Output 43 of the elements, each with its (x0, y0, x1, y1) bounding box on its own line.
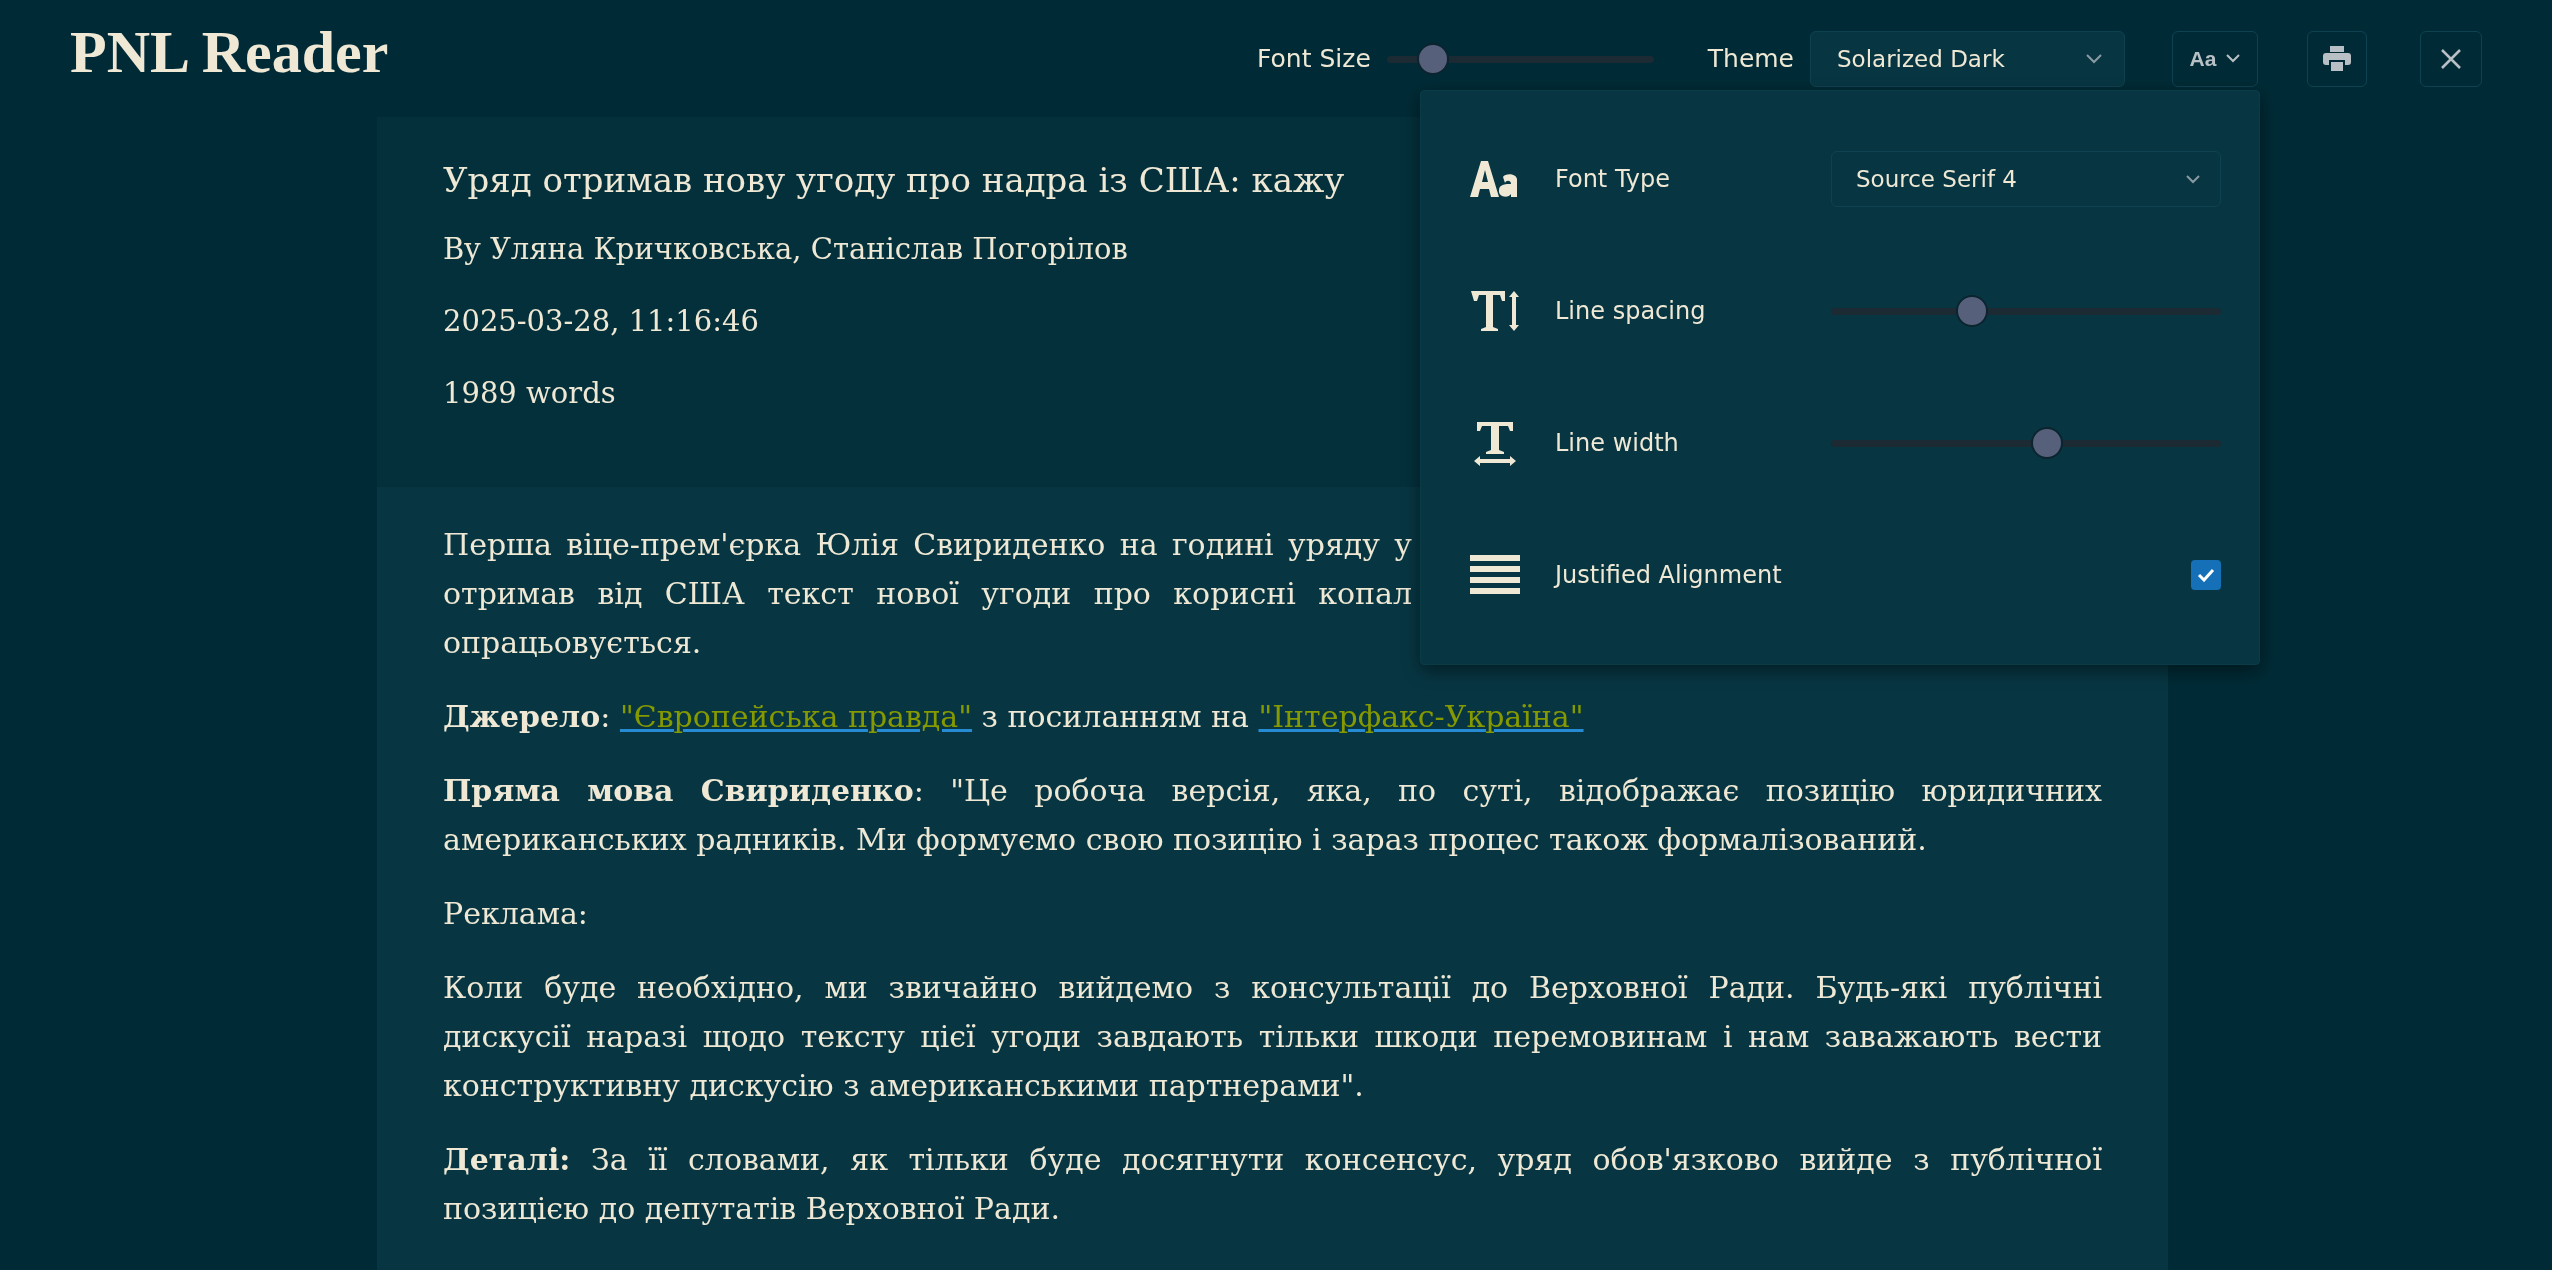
theme-label: Theme (1707, 44, 1794, 73)
paragraph-line: опрацьовується. (443, 624, 703, 662)
paragraph: Джерело: "Європейська правда" з посиланням на "Інтерфакс-Україна" (443, 698, 1585, 736)
link[interactable]: "Європейська правда" (619, 699, 973, 734)
justify-icon (1470, 555, 1520, 595)
paragraph-line: отримав від США текст нової угоди про корисні копал (443, 575, 1412, 613)
checkbox[interactable] (2191, 560, 2221, 590)
setting-slider[interactable] (1831, 426, 2221, 460)
byline: By Уляна Кричковська, Станіслав Погорілов (443, 231, 1128, 268)
print-button[interactable] (2307, 30, 2367, 87)
theme-select[interactable]: Solarized Dark (1810, 30, 2125, 87)
font-icon (1470, 159, 1520, 199)
slider-thumb[interactable] (1956, 295, 1989, 327)
app-title: PNL Reader (70, 18, 389, 87)
paragraph: Реклама: (443, 895, 589, 933)
chevron-down-icon (2226, 54, 2241, 63)
publish-date: 2025-03-28, 11:16:46 (443, 303, 759, 340)
line-spacing-icon (1470, 289, 1520, 333)
close-button[interactable] (2420, 30, 2482, 87)
article-title: Уряд отримав нову угоду про надра із США: кажу (443, 159, 1345, 202)
paragraph-line: Перша віце-прем'єрка Юлія Свириденко на годині уряду у (443, 526, 1412, 564)
font-size-slider[interactable] (1386, 41, 1654, 76)
printer-icon (2323, 45, 2351, 72)
paragraph: Деталі: За її словами, як тільки буде досягнути консенсус, уряд обов'язково вийде з публічної позицією до депутатів Верховної Ради. (443, 1141, 2102, 1228)
font-size-label: Font Size (1257, 44, 1371, 73)
setting-slider[interactable] (1831, 294, 2221, 328)
chevron-down-icon (2186, 174, 2200, 184)
slider-thumb[interactable] (2031, 427, 2064, 459)
word-count: 1989 words (443, 375, 616, 412)
close-icon (2440, 47, 2462, 70)
paragraph: Коли буде необхідно, ми звичайно вийдемо з консультації до Верховної Ради. Будь-які публічні дискусії наразі щодо тексту цієї угоди завдають тільки шкоди перемовинам і нам заважають вести конструктивну дискусію з американськими партнерами". (443, 969, 2102, 1105)
slider-thumb[interactable] (1417, 42, 1450, 75)
font-settings-button[interactable]: Aa (2172, 30, 2258, 87)
setting-label: Line spacing (1555, 297, 1707, 325)
paragraph: Пряма мова Свириденко: "Це робоча версія, яка, по суті, відображає позицію юридичних американських радників. Ми формуємо свою позицію і зараз процес також формалізований. (443, 772, 2102, 859)
chevron-down-icon (2086, 53, 2102, 64)
setting-label: Justified Alignment (1555, 561, 1783, 589)
line-width-icon (1472, 420, 1518, 466)
setting-label: Font Type (1555, 165, 1671, 193)
link[interactable]: "Інтерфакс-Україна" (1258, 699, 1584, 734)
setting-label: Line width (1555, 429, 1680, 457)
font-type-select[interactable]: Source Serif 4 (1831, 151, 2221, 207)
check-icon (2197, 568, 2215, 582)
